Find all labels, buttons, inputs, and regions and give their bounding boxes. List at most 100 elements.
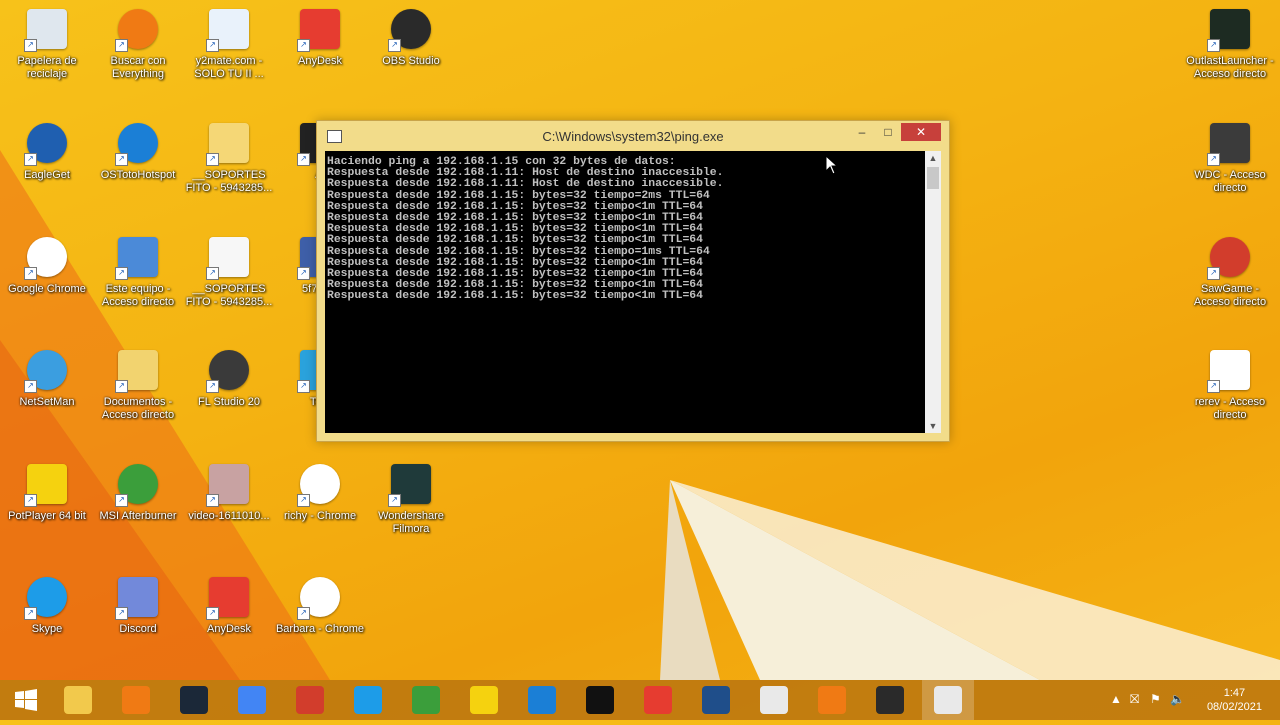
window-titlebar[interactable]: C:\Windows\system32\ping.exe ‒ □ ✕ [317, 121, 949, 151]
blank-file-icon: ↗ [1207, 347, 1253, 393]
scroll-thumb[interactable] [927, 167, 939, 189]
desktop-icon[interactable]: ↗ OutlastLauncher - Acceso directo [1185, 6, 1275, 81]
msi-afterburner-icon [412, 686, 440, 714]
taskbar-item[interactable] [806, 680, 858, 720]
scroll-down-icon[interactable]: ▼ [925, 419, 941, 433]
desktop-icon[interactable]: ↗ WDC - Acceso directo [1185, 120, 1275, 195]
console-output-area[interactable]: Haciendo ping a 192.168.1.15 con 32 byte… [325, 151, 925, 433]
minimize-button[interactable]: ‒ [849, 123, 875, 141]
desktop-icon-label: Barbara - Chrome [275, 623, 365, 635]
desktop-icon[interactable]: ↗ NetSetMan [2, 347, 92, 409]
taskbar-item[interactable] [400, 680, 452, 720]
x-app-icon [586, 686, 614, 714]
maximize-button[interactable]: □ [875, 123, 901, 141]
close-button[interactable]: ✕ [901, 123, 941, 141]
outlast-icon: ↗ [1207, 6, 1253, 52]
network-icon[interactable]: ⛝ [1130, 692, 1139, 707]
desktop-icon-label: Skype [31, 623, 63, 635]
desktop-icon-label: OSTotoHotspot [100, 169, 176, 181]
taskbar-item[interactable] [110, 680, 162, 720]
taskbar-item[interactable] [342, 680, 394, 720]
scroll-up-icon[interactable]: ▲ [925, 151, 941, 165]
desktop-icon-label: Documentos - Acceso directo [101, 396, 175, 421]
shortcut-arrow-icon: ↗ [206, 494, 219, 507]
search-everything-icon: ↗ [115, 6, 161, 52]
taskbar-item[interactable] [574, 680, 626, 720]
taskbar-item[interactable] [690, 680, 742, 720]
desktop-icon-label: MSI Afterburner [99, 510, 177, 522]
desktop-icon[interactable]: ↗ Papelera de reciclaje [2, 6, 92, 81]
desktop-icon[interactable]: ↗ OBS Studio [366, 6, 456, 68]
discord-icon: ↗ [115, 574, 161, 620]
desktop-icon[interactable]: ↗ Google Chrome [2, 234, 92, 296]
taskbar-item[interactable] [52, 680, 104, 720]
shortcut-arrow-icon: ↗ [24, 494, 37, 507]
obs-icon: ↗ [388, 6, 434, 52]
chrome-icon [238, 686, 266, 714]
taskbar-item[interactable] [864, 680, 916, 720]
desktop-icon[interactable]: ↗ __SOPORTES FITO - 5943285... [184, 234, 274, 309]
chrome-profile-icon: ↗ [297, 574, 343, 620]
start-button[interactable] [0, 680, 52, 720]
netsetman-icon: ↗ [24, 347, 70, 393]
desktop-icon[interactable]: ↗ __SOPORTES FITO - 5943285... [184, 120, 274, 195]
desktop-icon[interactable]: ↗ Wondershare Filmora [366, 461, 456, 536]
taskbar-item[interactable] [284, 680, 336, 720]
shortcut-arrow-icon: ↗ [297, 380, 310, 393]
taskbar-item[interactable] [632, 680, 684, 720]
desktop-icon[interactable]: ↗ MSI Afterburner [93, 461, 183, 523]
shortcut-arrow-icon: ↗ [206, 153, 219, 166]
desktop-icon-label: __SOPORTES FITO - 5943285... [185, 283, 273, 308]
desktop-icon[interactable]: ↗ AnyDesk [184, 574, 274, 636]
steam-icon [180, 686, 208, 714]
obs-icon [876, 686, 904, 714]
shortcut-arrow-icon: ↗ [115, 380, 128, 393]
desktop-icon[interactable]: ↗ y2mate.com - SOLO TU II ... [184, 6, 274, 81]
desktop-icon-label: SawGame - Acceso directo [1193, 283, 1267, 308]
vertical-scrollbar[interactable]: ▲ ▼ [925, 151, 941, 433]
desktop-icon[interactable]: ↗ FL Studio 20 [184, 347, 274, 409]
ping-console-window[interactable]: C:\Windows\system32\ping.exe ‒ □ ✕ Hacie… [316, 120, 950, 442]
taskbar-item[interactable] [168, 680, 220, 720]
shortcut-arrow-icon: ↗ [297, 39, 310, 52]
desktop-icon-label: Papelera de reciclaje [17, 55, 77, 80]
shortcut-arrow-icon: ↗ [388, 39, 401, 52]
desktop-icon[interactable]: ↗ Este equipo - Acceso directo [93, 234, 183, 309]
anydesk-icon [644, 686, 672, 714]
taskbar-item[interactable] [516, 680, 568, 720]
desktop-icon[interactable]: ↗ Barbara - Chrome [275, 574, 365, 636]
taskbar-item[interactable] [458, 680, 510, 720]
desktop-icon[interactable]: ↗ SawGame - Acceso directo [1185, 234, 1275, 309]
anydesk-icon: ↗ [297, 6, 343, 52]
desktop-icon[interactable]: ↗ rerev - Acceso directo [1185, 347, 1275, 422]
desktop-icon[interactable]: ↗ Skype [2, 574, 92, 636]
tray-overflow-icon[interactable]: ▲ [1110, 692, 1122, 706]
taskbar-item[interactable] [226, 680, 278, 720]
computer-icon: ↗ [115, 234, 161, 280]
skype-icon: ↗ [24, 574, 70, 620]
volume-icon[interactable]: 🔈 [1170, 692, 1185, 706]
desktop-icon[interactable]: ↗ Discord [93, 574, 183, 636]
desktop-icon-label: y2mate.com - SOLO TU II ... [194, 55, 264, 80]
shortcut-arrow-icon: ↗ [24, 267, 37, 280]
desktop-icon[interactable]: ↗ Documentos - Acceso directo [93, 347, 183, 422]
taskbar-item[interactable] [748, 680, 800, 720]
flag-icon[interactable]: ⚑ [1150, 692, 1161, 706]
clock[interactable]: 1:47 08/02/2021 [1207, 686, 1262, 714]
desktop-icon[interactable]: ↗ Buscar con Everything [93, 6, 183, 81]
desktop-icon[interactable]: ↗ richy - Chrome [275, 461, 365, 523]
desktop-icon-label: __SOPORTES FITO - 5943285... [185, 169, 273, 194]
desktop-icon[interactable]: ↗ PotPlayer 64 bit [2, 461, 92, 523]
desktop-icon-label: Google Chrome [8, 283, 86, 295]
desktop-icon-label: Este equipo - Acceso directo [101, 283, 175, 308]
desktop-icon-label: richy - Chrome [283, 510, 357, 522]
console-icon [934, 686, 962, 714]
desktop-icon[interactable]: ↗ AnyDesk [275, 6, 365, 68]
shortcut-arrow-icon: ↗ [1207, 153, 1220, 166]
flstudio-icon: ↗ [206, 347, 252, 393]
taskbar-item[interactable] [922, 680, 974, 720]
desktop-icon[interactable]: ↗ video-1611010... [184, 461, 274, 523]
desktop-icon[interactable]: ↗ EagleGet [2, 120, 92, 182]
desktop-icon[interactable]: ↗ OSTotoHotspot [93, 120, 183, 182]
skype-icon [354, 686, 382, 714]
